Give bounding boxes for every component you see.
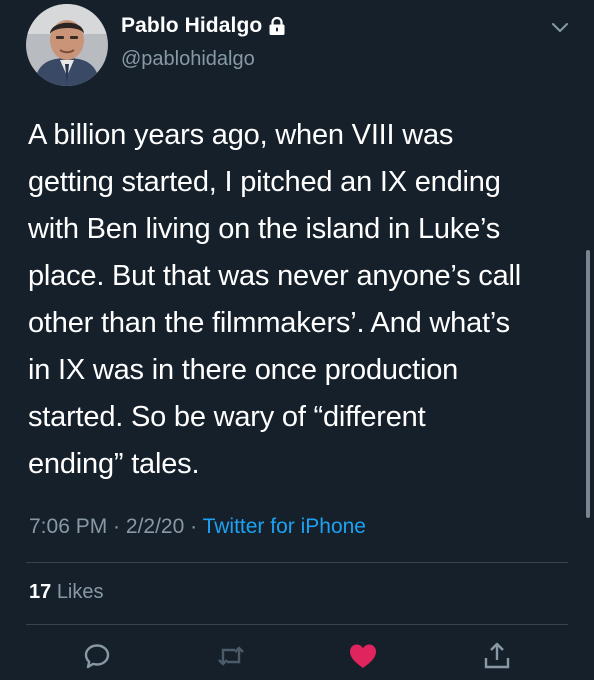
avatar-image xyxy=(26,4,108,86)
share-icon xyxy=(484,642,510,669)
author-handle[interactable]: @pablohidalgo xyxy=(121,48,255,71)
retweet-button[interactable] xyxy=(215,640,247,672)
divider xyxy=(26,624,568,625)
chevron-down-icon[interactable] xyxy=(550,20,570,36)
likes-stat[interactable]: 17 Likes xyxy=(29,581,104,604)
author-name-row: Pablo Hidalgo xyxy=(121,14,286,38)
tweet-meta: 7:06 PM · 2/2/20 · Twitter for iPhone xyxy=(29,515,366,539)
share-button[interactable] xyxy=(481,640,513,672)
like-button[interactable] xyxy=(347,640,379,672)
scrollbar[interactable] xyxy=(586,250,590,518)
likes-count: 17 xyxy=(29,581,52,603)
tweet-actions xyxy=(0,640,594,676)
author-name[interactable]: Pablo Hidalgo xyxy=(121,14,262,38)
tweet-detail: Pablo Hidalgo @pablohidalgo A billion ye… xyxy=(0,0,594,680)
meta-separator: · xyxy=(107,515,126,538)
tweet-source-link[interactable]: Twitter for iPhone xyxy=(203,515,366,538)
tweet-time: 7:06 PM xyxy=(29,515,108,538)
reply-icon xyxy=(84,644,110,669)
tweet-text: A billion years ago, when VIII was getti… xyxy=(28,119,522,480)
heart-icon xyxy=(350,644,376,668)
meta-separator-2: · xyxy=(184,515,203,538)
tweet-date: 2/2/20 xyxy=(125,515,185,538)
likes-label: Likes xyxy=(56,581,104,603)
avatar[interactable] xyxy=(26,4,108,86)
lock-icon xyxy=(268,16,286,36)
retweet-icon xyxy=(218,646,244,666)
reply-button[interactable] xyxy=(81,640,113,672)
divider xyxy=(26,562,568,563)
